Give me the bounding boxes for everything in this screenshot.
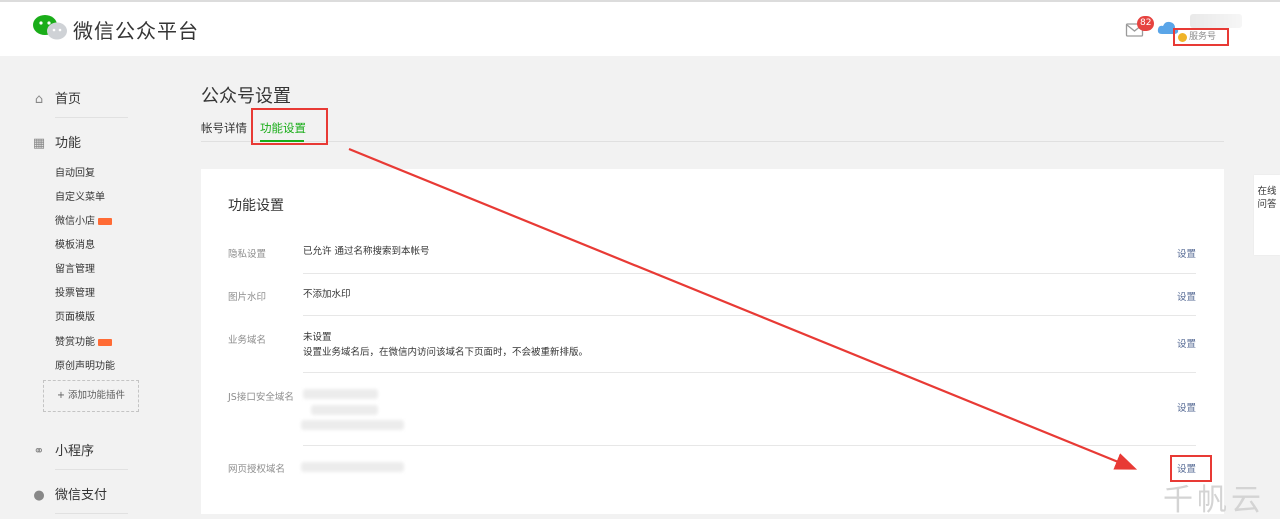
js-domain-settings-link[interactable]: 设置	[1177, 400, 1196, 414]
add-plugin-button[interactable]: + 添加功能插件	[43, 380, 139, 412]
add-plugin-label: 添加功能插件	[67, 390, 125, 401]
sidebar-item-custom-menu[interactable]: 自定义菜单	[55, 188, 105, 203]
mini-program-icon: ⚭	[33, 444, 45, 459]
privacy-settings-link[interactable]: 设置	[1177, 246, 1196, 260]
sidebar-divider	[55, 469, 128, 470]
blurred-domain	[311, 405, 378, 415]
annotation-box-tab	[251, 108, 328, 145]
watermark-text: 千帆云	[1163, 483, 1265, 518]
wechat-logo-icon[interactable]	[32, 14, 68, 42]
blurred-domain	[301, 462, 404, 472]
sidebar-item-mini-program-label: 小程序	[55, 444, 95, 459]
sidebar-item-auto-reply[interactable]: 自动回复	[55, 164, 95, 179]
new-tag-icon	[98, 338, 112, 346]
row-value-watermark: 不添加水印	[303, 289, 351, 300]
plus-icon: +	[57, 390, 68, 401]
sidebar-item-home[interactable]: ⌂ 首页	[32, 88, 81, 107]
business-domain-settings-link[interactable]: 设置	[1177, 336, 1196, 350]
sidebar-item-mini-program[interactable]: ⚭ 小程序	[32, 440, 94, 459]
tabs-divider	[201, 141, 1224, 142]
sidebar-item-wechat-pay-label: 微信支付	[55, 488, 108, 503]
sidebar-item-reward[interactable]: 赞赏功能	[55, 333, 112, 348]
row-divider	[303, 315, 1196, 316]
blurred-domain	[303, 389, 378, 399]
row-value-privacy: 已允许 通过名称搜索到本帐号	[303, 246, 430, 257]
page-title: 公众号设置	[201, 86, 291, 107]
notification-badge: 82	[1137, 16, 1155, 31]
business-domain-description: 设置业务域名后，在微信内访问该域名下页面时，不会被重新排版。	[303, 347, 589, 358]
sidebar-item-home-label: 首页	[55, 92, 82, 107]
row-divider	[303, 273, 1196, 274]
wechat-pay-icon: ●	[33, 488, 45, 503]
sidebar-item-features-label: 功能	[55, 136, 82, 151]
sidebar-item-page-template[interactable]: 页面模版	[55, 308, 95, 323]
sidebar-item-wechat-shop[interactable]: 微信小店	[55, 212, 112, 227]
sidebar-item-features[interactable]: ▦ 功能	[32, 132, 81, 151]
home-icon: ⌂	[34, 92, 44, 107]
new-tag-icon	[98, 217, 112, 225]
tab-account-details[interactable]: 帐号详情	[201, 120, 247, 136]
online-qa-button[interactable]: 在线问答	[1254, 175, 1280, 255]
account-name-blurred[interactable]	[1190, 14, 1242, 28]
sidebar-divider	[55, 513, 128, 514]
sidebar	[0, 56, 200, 519]
watermark-settings-link[interactable]: 设置	[1177, 289, 1196, 303]
sidebar-divider	[55, 117, 128, 118]
row-value-business-domain: 未设置 设置业务域名后，在微信内访问该域名下页面时，不会被重新排版。	[303, 330, 588, 360]
verified-icon	[1178, 33, 1187, 42]
logo-text[interactable]: 微信公众平台	[73, 15, 199, 44]
sidebar-item-template-message[interactable]: 模板消息	[55, 236, 95, 251]
feature-settings-card: 功能设置 隐私设置 已允许 通过名称搜索到本帐号 设置 图片水印 不添加水印 设…	[201, 169, 1224, 514]
account-type-label: 服务号	[1189, 32, 1217, 42]
row-label-business-domain: 业务域名	[228, 335, 267, 346]
business-domain-status: 未设置	[303, 332, 332, 343]
row-divider	[303, 372, 1196, 373]
row-label-privacy: 隐私设置	[228, 249, 267, 260]
sidebar-item-wechat-pay[interactable]: ● 微信支付	[32, 484, 107, 503]
grid-icon: ▦	[32, 136, 46, 151]
account-type-badge: 服务号	[1173, 28, 1229, 46]
blurred-domain	[301, 420, 404, 430]
row-label-web-auth-domain: 网页授权域名	[228, 464, 286, 475]
row-divider	[303, 445, 1196, 446]
card-title: 功能设置	[228, 198, 284, 214]
top-bar: 微信公众平台 82 服务号	[0, 0, 1280, 56]
sidebar-item-reward-label: 赞赏功能	[55, 337, 95, 348]
row-label-watermark: 图片水印	[228, 292, 267, 303]
sidebar-item-original-declaration[interactable]: 原创声明功能	[55, 357, 115, 372]
sidebar-item-wechat-shop-label: 微信小店	[55, 216, 95, 227]
sidebar-item-voting[interactable]: 投票管理	[55, 284, 95, 299]
sidebar-item-comments[interactable]: 留言管理	[55, 260, 95, 275]
row-label-js-domain: JS接口安全域名	[228, 392, 294, 403]
